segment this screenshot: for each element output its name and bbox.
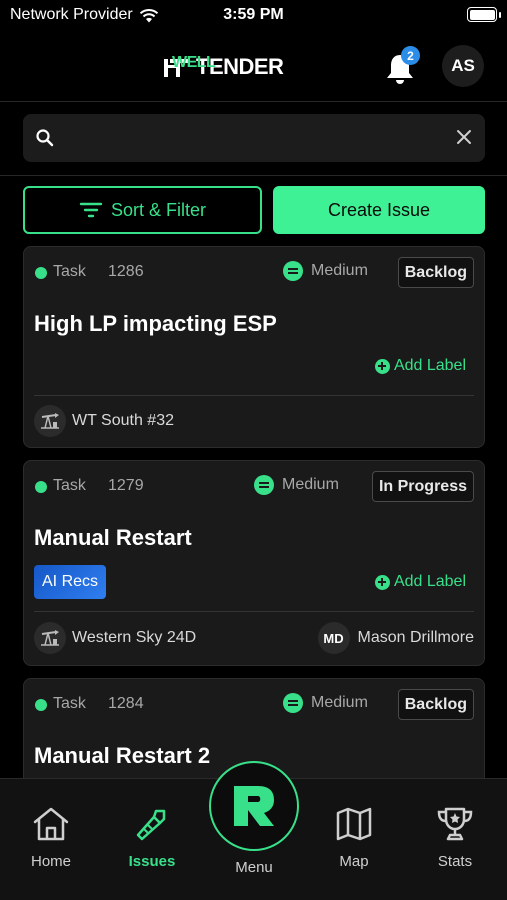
add-label-button[interactable]: Add Label [374,357,466,375]
plus-circle-icon [374,574,390,590]
add-label-button[interactable]: Add Label [374,573,466,591]
nav-map[interactable]: Map [314,805,394,870]
issue-type: Task [53,477,86,494]
search-input[interactable] [67,122,447,154]
header-divider [0,175,507,176]
issue-number: 1279 [108,477,144,494]
nav-menu-label: Menu [235,859,273,876]
pump-jack-icon [34,622,66,654]
priority-medium-icon [283,693,303,713]
card-divider [34,611,474,612]
status-badge: Backlog [397,689,474,720]
priority-label: Medium [282,476,339,493]
welltender-menu-icon [234,786,274,826]
issue-card-meta: Task 1286 Medium Backlog [24,247,484,299]
assignee-avatar: MD [317,622,350,654]
issue-priority: Medium [283,693,368,713]
issue-title: High LP impacting ESP [34,311,277,336]
add-label-text: Add Label [393,357,466,374]
priority-medium-icon [283,261,303,281]
search-icon [36,129,54,147]
nav-map-label: Map [339,853,369,870]
priority-label: Medium [311,694,368,711]
search-bar [23,114,485,162]
nav-issues-label: Issues [128,853,176,870]
trophy-icon [437,807,473,841]
assignee[interactable]: MD Mason Drillmore [317,622,474,654]
issue-number: 1284 [108,695,144,712]
assignee-name: Mason Drillmore [357,629,474,646]
nav-issues[interactable]: Issues [112,805,192,870]
pump-jack-icon [34,405,66,437]
welltender-logo: WELL TENDER [162,54,284,80]
status-bar: Network Provider 3:59 PM [0,0,507,32]
nav-stats-label: Stats [437,853,473,870]
issue-card-meta: Task 1279 Medium In Progress [24,461,484,513]
status-badge: In Progress [371,471,474,502]
issue-type: Task [53,263,86,280]
issue-card[interactable]: Task 1279 Medium In Progress Manual Rest… [23,460,485,666]
notification-count-badge: 2 [401,46,420,65]
create-issue-label: Create Issue [327,199,431,220]
ai-recs-tag[interactable]: AI Recs [34,565,107,599]
priority-medium-icon [254,475,274,495]
nav-home-label: Home [30,853,71,870]
issue-title: Manual Restart [34,525,192,550]
well-name: Western Sky 24D [72,629,197,646]
nav-stats[interactable]: Stats [415,805,495,870]
status-badge: Backlog [397,257,474,288]
issue-card[interactable]: Task 1286 Medium Backlog High LP impacti… [23,246,485,448]
issue-number: 1286 [108,263,144,280]
sort-filter-label: Sort & Filter [110,199,207,220]
plus-circle-icon [374,358,390,374]
well-name: WT South #32 [72,412,174,429]
well-link[interactable]: WT South #32 [34,405,174,437]
issue-type: Task [53,695,86,712]
bottom-nav: Home Issues Menu Map Stats [0,761,507,900]
well-link[interactable]: Western Sky 24D [34,622,196,654]
filter-icon [79,202,103,218]
logo-well: WELL [172,54,216,71]
notifications-button[interactable]: 2 [384,46,420,86]
carrier-info: Network Provider [10,6,159,24]
carrier-name: Network Provider [10,6,133,23]
create-issue-button[interactable]: Create Issue [273,186,485,234]
issue-priority: Medium [283,261,368,281]
battery-icon [467,7,497,22]
sort-filter-button[interactable]: Sort & Filter [23,186,262,234]
menu-button[interactable] [209,761,299,851]
battery-cap [499,12,501,18]
issue-list: Task 1286 Medium Backlog High LP impacti… [23,246,485,778]
issue-priority: Medium [254,475,339,495]
priority-label: Medium [311,262,368,279]
wifi-icon [139,8,158,22]
home-icon [33,807,69,841]
issue-card-meta: Task 1284 Medium Backlog [24,679,484,731]
user-avatar[interactable]: AS [442,45,484,87]
type-dot-icon [35,481,47,493]
type-dot-icon [35,267,47,279]
wrench-icon [136,809,166,841]
nav-home[interactable]: Home [11,805,91,870]
issue-title: Manual Restart 2 [34,743,211,768]
logo-text: WELL TENDER [172,54,284,80]
add-label-text: Add Label [393,573,466,590]
clear-search-icon[interactable] [455,128,473,146]
type-dot-icon [35,699,47,711]
map-icon [336,807,372,841]
card-divider [34,395,474,396]
app-header: WELL TENDER 2 AS [0,40,507,102]
